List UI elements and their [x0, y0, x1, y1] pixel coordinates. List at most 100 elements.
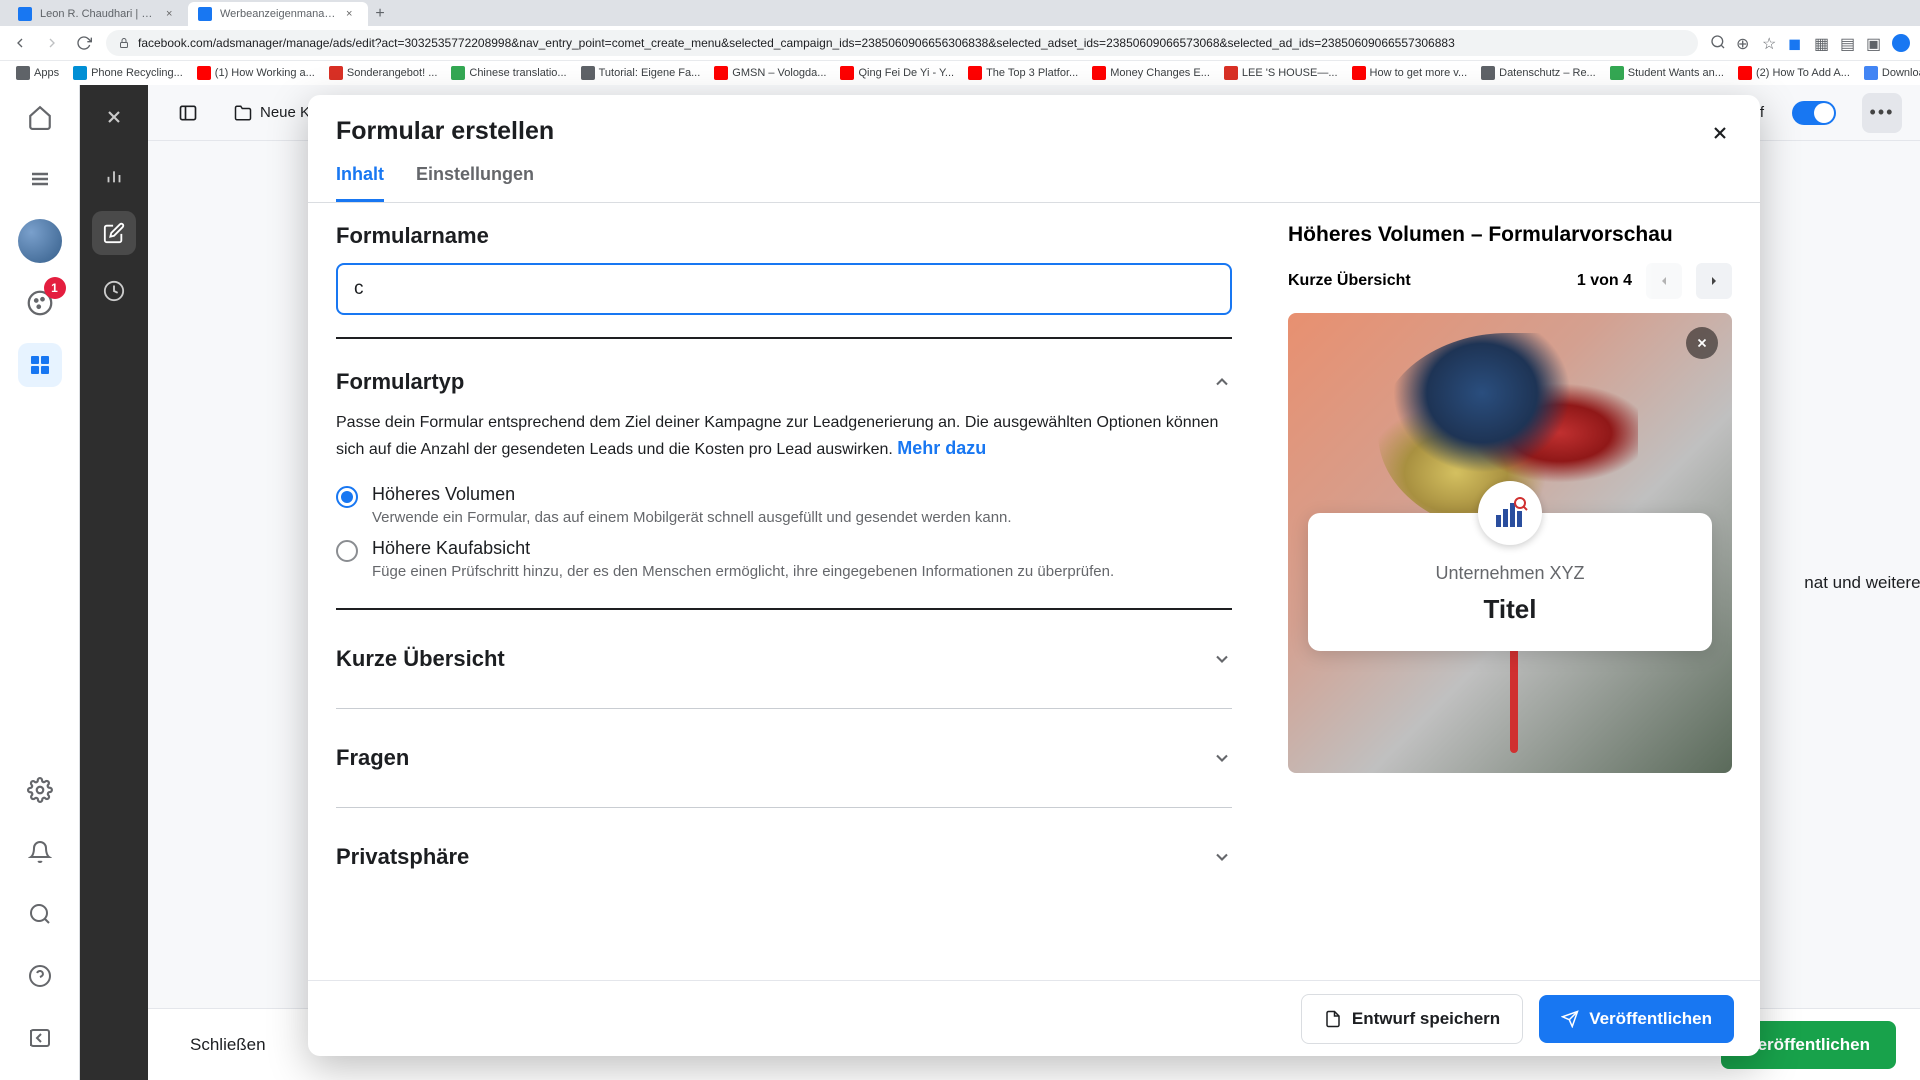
home-icon[interactable]: [18, 95, 62, 139]
settings-icon[interactable]: [18, 768, 62, 812]
close-icon[interactable]: ×: [346, 8, 358, 20]
preview-card: Unternehmen XYZ Titel: [1308, 513, 1712, 651]
new-tab-button[interactable]: +: [368, 2, 392, 26]
favicon: [329, 66, 343, 80]
radio-icon: [336, 486, 358, 508]
favicon: [1352, 66, 1366, 80]
menu-icon[interactable]: [18, 157, 62, 201]
bookmark-item[interactable]: Tutorial: Eigene Fa...: [575, 64, 707, 82]
bookmark-item[interactable]: Download - Cooki...: [1858, 64, 1920, 82]
close-button[interactable]: Schließen: [172, 1025, 284, 1065]
collapse-icon[interactable]: [18, 1016, 62, 1060]
modal-header: Formular erstellen: [308, 95, 1760, 146]
modal-footer: Entwurf speichern Veröffentlichen: [308, 980, 1760, 1056]
section-questions[interactable]: Fragen: [336, 731, 1232, 785]
bookmark-item[interactable]: GMSN – Vologda...: [708, 64, 832, 82]
save-draft-button[interactable]: Entwurf speichern: [1301, 994, 1523, 1044]
bookmark-item[interactable]: Sonderangebot! ...: [323, 64, 444, 82]
profile-icon[interactable]: [1892, 34, 1910, 52]
bookmark-item[interactable]: Qing Fei De Yi - Y...: [834, 64, 960, 82]
radio-icon: [336, 540, 358, 562]
publish-form-button[interactable]: Veröffentlichen: [1539, 995, 1734, 1043]
section-privacy[interactable]: Privatsphäre: [336, 830, 1232, 884]
radio-higher-intent[interactable]: Höhere Kaufabsicht Füge einen Prüfschrit…: [336, 532, 1232, 586]
preview-nav: Kurze Übersicht 1 von 4: [1288, 263, 1732, 299]
url-bar[interactable]: facebook.com/adsmanager/manage/ads/edit?…: [106, 30, 1698, 56]
bookmark-item[interactable]: Money Changes E...: [1086, 64, 1216, 82]
bookmark-item[interactable]: Chinese translatio...: [445, 64, 572, 82]
ad-toggle[interactable]: [1792, 101, 1836, 125]
ext-icon[interactable]: ▤: [1840, 34, 1856, 50]
ext-icon[interactable]: ▣: [1866, 34, 1882, 50]
bookmark-item[interactable]: Phone Recycling...: [67, 64, 189, 82]
chart-icon[interactable]: [92, 153, 136, 197]
folder-icon: [234, 104, 252, 122]
preview-column: Höheres Volumen – Formularvorschau Kurze…: [1260, 203, 1760, 980]
bookmark-item[interactable]: How to get more v...: [1346, 64, 1474, 82]
notifications-icon[interactable]: [18, 830, 62, 874]
preview-title: Höheres Volumen – Formularvorschau: [1288, 223, 1732, 247]
radio-higher-volume[interactable]: Höheres Volumen Verwende ein Formular, d…: [336, 478, 1232, 532]
modal-body: Formularname Formulartyp Passe dein Form…: [308, 203, 1760, 980]
formname-input[interactable]: [336, 263, 1232, 315]
chevron-down-icon: [1212, 847, 1232, 867]
tab-strip: Leon R. Chaudhari | Facebook × Werbeanze…: [0, 0, 1920, 26]
ext-icon[interactable]: ▦: [1814, 34, 1830, 50]
bookmark-item[interactable]: Datenschutz – Re...: [1475, 64, 1602, 82]
favicon: [197, 66, 211, 80]
learn-more-link[interactable]: Mehr dazu: [897, 438, 986, 458]
zoom-icon[interactable]: [1710, 34, 1726, 50]
browser-tab[interactable]: Leon R. Chaudhari | Facebook ×: [8, 2, 188, 26]
bar-chart-icon: [1490, 493, 1530, 533]
apps-button[interactable]: Apps: [10, 64, 65, 82]
favicon: [840, 66, 854, 80]
facebook-ext-icon[interactable]: ◼: [1788, 34, 1804, 50]
preview-close-button[interactable]: [1686, 327, 1718, 359]
url-text: facebook.com/adsmanager/manage/ads/edit?…: [138, 36, 1455, 50]
favicon: [714, 66, 728, 80]
browser-chrome: Leon R. Chaudhari | Facebook × Werbeanze…: [0, 0, 1920, 85]
close-icon[interactable]: ×: [166, 8, 178, 20]
browser-tab[interactable]: Werbeanzeigenmanager – We... ×: [188, 2, 368, 26]
star-icon[interactable]: ☆: [1762, 34, 1778, 50]
document-icon: [1324, 1010, 1342, 1028]
reload-button[interactable]: [74, 33, 94, 53]
forward-button[interactable]: [42, 33, 62, 53]
preview-step-label: Kurze Übersicht: [1288, 272, 1411, 290]
bookmark-item[interactable]: (1) How Working a...: [191, 64, 321, 82]
more-menu-button[interactable]: •••: [1862, 93, 1902, 133]
history-icon[interactable]: [92, 269, 136, 313]
bookmark-item[interactable]: Student Wants an...: [1604, 64, 1730, 82]
cookie-icon[interactable]: 1: [18, 281, 62, 325]
tab-content[interactable]: Inhalt: [336, 164, 384, 202]
address-bar-row: facebook.com/adsmanager/manage/ads/edit?…: [0, 26, 1920, 60]
avatar[interactable]: [18, 219, 62, 263]
preview-prev-button[interactable]: [1646, 263, 1682, 299]
favicon: [1738, 66, 1752, 80]
favicon: [1481, 66, 1495, 80]
preview-next-button[interactable]: [1696, 263, 1732, 299]
edit-icon[interactable]: [92, 211, 136, 255]
formtype-description: Passe dein Formular entsprechend dem Zie…: [336, 411, 1232, 462]
bookmark-item[interactable]: The Top 3 Platfor...: [962, 64, 1084, 82]
formtype-header[interactable]: Formulartyp: [336, 361, 1232, 403]
address-bar-icons: ⊕ ☆ ◼ ▦ ▤ ▣: [1710, 34, 1910, 52]
translate-icon[interactable]: ⊕: [1736, 34, 1752, 50]
bookmark-item[interactable]: LEE 'S HOUSE—...: [1218, 64, 1344, 82]
formname-heading: Formularname: [336, 223, 1232, 249]
preview-logo: [1478, 481, 1542, 545]
modal-close-button[interactable]: [1702, 115, 1738, 151]
chevron-down-icon: [1212, 649, 1232, 669]
ads-manager-icon[interactable]: [18, 343, 62, 387]
apps-icon: [16, 66, 30, 80]
back-button[interactable]: [10, 33, 30, 53]
search-icon[interactable]: [18, 892, 62, 936]
truncated-text: nat und weiteren: [1804, 573, 1920, 593]
panel-toggle-icon[interactable]: [166, 95, 210, 131]
help-icon[interactable]: [18, 954, 62, 998]
preview-card-title: Titel: [1328, 594, 1692, 625]
section-overview[interactable]: Kurze Übersicht: [336, 632, 1232, 686]
close-editor-icon[interactable]: [92, 95, 136, 139]
bookmark-item[interactable]: (2) How To Add A...: [1732, 64, 1856, 82]
tab-settings[interactable]: Einstellungen: [416, 164, 534, 202]
